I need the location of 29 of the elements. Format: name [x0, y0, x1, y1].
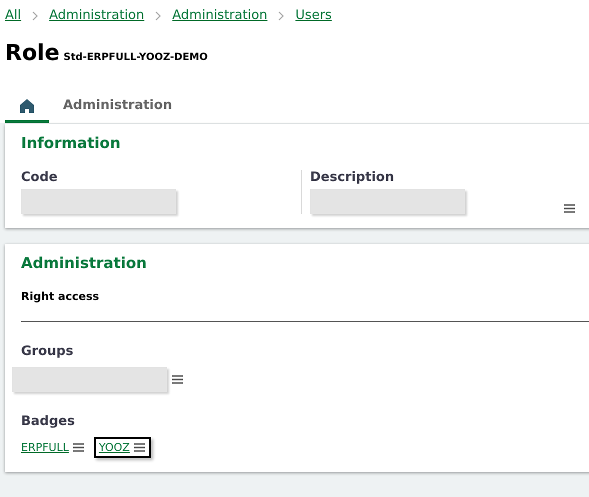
menu-icon[interactable]: [132, 442, 146, 453]
chevron-icon: [277, 10, 286, 22]
menu-icon[interactable]: [563, 203, 576, 214]
input-field[interactable]: [21, 189, 176, 214]
field-label: Description: [310, 170, 396, 185]
input-field[interactable]: [310, 189, 465, 214]
tab[interactable]: Administration: [49, 92, 186, 123]
badge-link[interactable]: YOOZ: [98, 441, 130, 454]
breadcrumb-link[interactable]: Administration: [172, 8, 268, 23]
field-label: Badges: [21, 414, 75, 429]
input-field[interactable]: [12, 367, 167, 392]
section-heading: Administration: [21, 254, 148, 272]
badge-link[interactable]: ERPFULL: [21, 441, 69, 454]
field-label: Groups: [21, 344, 74, 359]
chevron-icon: [154, 10, 162, 22]
menu-icon[interactable]: [72, 442, 85, 453]
section-heading: Information: [21, 134, 122, 152]
chevron-icon: [31, 10, 40, 22]
breadcrumb-link[interactable]: Administration: [49, 8, 144, 23]
field-label: Code: [21, 170, 59, 185]
role-code: Std-ERPFULL-YOOZ-DEMO: [64, 52, 208, 63]
menu-icon[interactable]: [171, 374, 184, 385]
breadcrumb-link[interactable]: Users: [295, 8, 332, 23]
page-title: Role: [5, 41, 60, 66]
breadcrumb-link[interactable]: All: [5, 8, 22, 23]
subsection-heading: Right access: [21, 290, 589, 322]
badge[interactable]: YOOZ: [94, 437, 151, 458]
badge[interactable]: ERPFULL: [16, 437, 90, 458]
home-icon: [19, 98, 35, 113]
